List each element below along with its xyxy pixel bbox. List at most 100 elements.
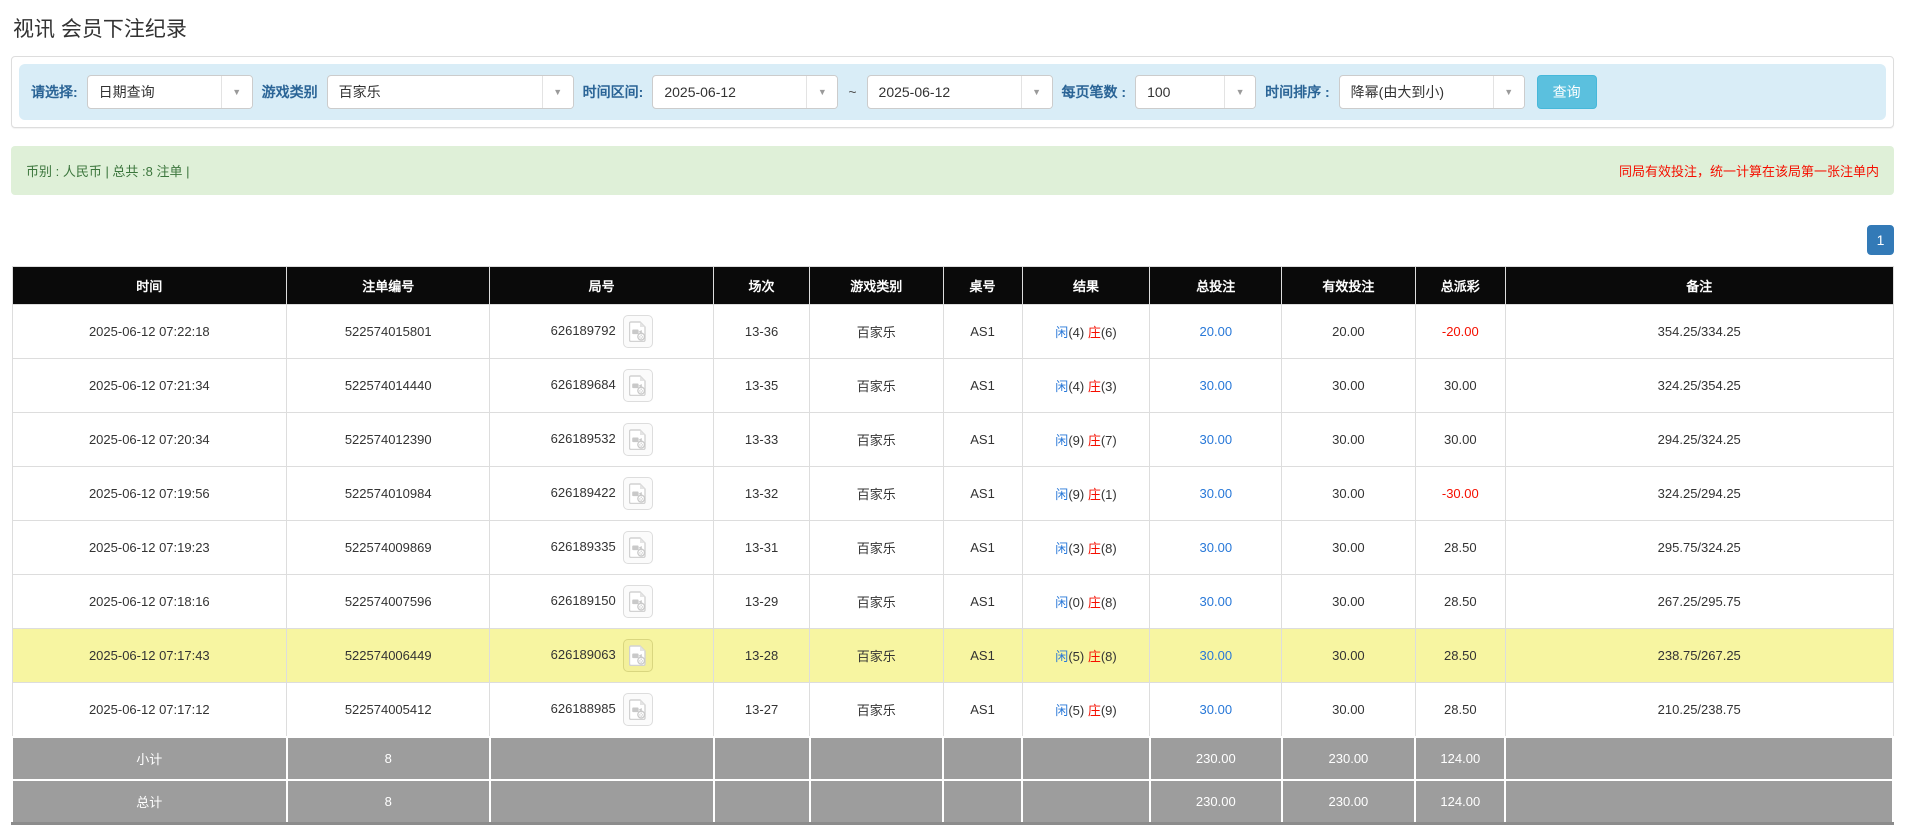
table-footer: 小计 8 230.00 230.00 124.00 总计 8 230.00 23… [11,736,1894,825]
result-banker-label: 庄 [1087,541,1101,556]
result-player-label: 闲 [1055,325,1069,340]
date-to-select[interactable]: 2025-06-12 ▼ [866,75,1053,109]
total-bet-link[interactable]: 30.00 [1200,594,1233,609]
header-payout: 总派彩 [1414,266,1506,305]
cell-payout: 30.00 [1414,358,1506,413]
cell-remark: 238.75/267.25 [1504,628,1894,683]
table-row: 2025-06-12 07:19:23 522574009869 6261893… [11,520,1894,575]
total-bet-link[interactable]: 30.00 [1200,702,1233,717]
date-from-value: 2025-06-12 [664,84,736,100]
result-player-score: (9) [1068,433,1085,448]
grand-total-row: 总计 8 230.00 230.00 124.00 [11,779,1894,825]
grand-total-valid-bet: 230.00 [1280,779,1417,825]
cell-valid-bet: 30.00 [1281,358,1416,413]
video-replay-button[interactable] [622,477,653,510]
cell-valid-bet: 30.00 [1281,520,1416,575]
page-size-select[interactable]: 100 ▼ [1135,75,1257,109]
result-player-label: 闲 [1055,595,1069,610]
total-bet-link[interactable]: 30.00 [1200,648,1233,663]
video-replay-icon [628,591,646,612]
total-bet-link[interactable]: 30.00 [1200,432,1233,447]
cell-round-id: 626189422 [489,466,715,521]
video-replay-button[interactable] [622,639,653,672]
cell-valid-bet: 30.00 [1281,682,1416,738]
cell-time: 2025-06-12 07:18:16 [11,574,288,629]
date-to-value: 2025-06-12 [878,84,951,100]
total-bet-link[interactable]: 30.00 [1200,378,1233,393]
cell-bet-id: 522574009869 [286,520,491,575]
result-player-label: 闲 [1055,649,1069,664]
search-button[interactable]: 查询 [1536,75,1597,109]
header-round-id: 局号 [489,266,715,305]
cell-remark: 324.25/354.25 [1504,358,1894,413]
filter-panel: 请选择: 日期查询 ▼ 游戏类别 百家乐 ▼ 时间区间: 2025-06-12 … [11,56,1894,128]
cell-result: 闲(3) 庄(8) [1021,520,1151,575]
table-row: 2025-06-12 07:20:34 522574012390 6261895… [11,412,1894,467]
video-replay-button[interactable] [622,531,653,564]
table-row: 2025-06-12 07:22:18 522574015801 6261897… [11,304,1894,359]
cell-round-id: 626189335 [489,520,715,575]
cell-game-type: 百家乐 [809,628,944,683]
filter-bar: 请选择: 日期查询 ▼ 游戏类别 百家乐 ▼ 时间区间: 2025-06-12 … [19,64,1886,120]
cell-remark: 210.25/238.75 [1504,682,1894,738]
cell-table-no: AS1 [942,412,1023,467]
video-replay-icon [628,375,646,396]
table-row: 2025-06-12 07:17:43 522574006449 6261890… [11,628,1894,683]
chevron-down-icon[interactable]: ▼ [1492,76,1524,108]
result-banker-label: 庄 [1087,379,1101,394]
cell-session: 13-27 [713,682,811,738]
result-banker-label: 庄 [1087,703,1101,718]
game-type-label: 游戏类别 [261,84,318,100]
cell-session: 13-35 [713,358,811,413]
video-replay-button[interactable] [622,585,653,618]
result-player-label: 闲 [1055,541,1069,556]
header-result: 结果 [1021,266,1151,305]
video-replay-button[interactable] [622,315,653,348]
chevron-down-icon[interactable]: ▼ [806,76,838,108]
sort-order-select[interactable]: 降幂(由大到小) ▼ [1338,75,1525,109]
cell-time: 2025-06-12 07:17:43 [11,628,288,683]
chevron-down-icon[interactable]: ▼ [1020,76,1052,108]
total-bet-link[interactable]: 30.00 [1200,486,1233,501]
video-replay-button[interactable] [622,369,653,402]
video-replay-icon [628,429,646,450]
video-replay-icon [628,699,646,720]
total-bet-link[interactable]: 20.00 [1200,324,1233,339]
total-bet-link[interactable]: 30.00 [1200,540,1233,555]
result-player-label: 闲 [1055,379,1069,394]
cell-round-id: 626189532 [489,412,715,467]
subtotal-total-bet: 230.00 [1148,736,1283,781]
result-player-label: 闲 [1055,433,1069,448]
table-row: 2025-06-12 07:17:12 522574005412 6261889… [11,682,1894,738]
cell-round-id: 626189150 [489,574,715,629]
chevron-down-icon[interactable]: ▼ [1224,76,1256,108]
cell-table-no: AS1 [942,304,1023,359]
cell-table-no: AS1 [942,358,1023,413]
date-from-select[interactable]: 2025-06-12 ▼ [652,75,839,109]
cell-result: 闲(4) 庄(3) [1021,358,1151,413]
table-body: 2025-06-12 07:22:18 522574015801 6261897… [11,304,1894,738]
result-banker-score: (6) [1100,325,1117,340]
page-title: 视讯 会员下注纪录 [13,18,187,41]
result-banker-score: (8) [1100,649,1117,664]
chevron-down-icon[interactable]: ▼ [541,76,573,108]
result-banker-score: (8) [1100,595,1117,610]
page: 视讯 会员下注纪录 请选择: 日期查询 ▼ 游戏类别 百家乐 ▼ 时间区间: 2… [0,0,1905,825]
query-type-select[interactable]: 日期查询 ▼ [86,75,253,109]
cell-round-id: 626189792 [489,304,715,359]
header-time: 时间 [11,266,288,305]
cell-valid-bet: 30.00 [1281,628,1416,683]
cell-total-bet: 30.00 [1149,466,1283,521]
page-1-button[interactable]: 1 [1867,225,1894,255]
cell-remark: 267.25/295.75 [1504,574,1894,629]
cell-payout: 30.00 [1414,412,1506,467]
result-player-score: (4) [1068,325,1085,340]
cell-payout: -20.00 [1414,304,1506,359]
video-replay-button[interactable] [622,693,653,726]
game-type-select[interactable]: 百家乐 ▼ [326,75,574,109]
chevron-down-icon[interactable]: ▼ [220,76,252,108]
video-replay-button[interactable] [622,423,653,456]
date-range-label: 时间区间: [582,84,644,100]
cell-total-bet: 30.00 [1149,682,1283,738]
result-banker-label: 庄 [1087,487,1101,502]
